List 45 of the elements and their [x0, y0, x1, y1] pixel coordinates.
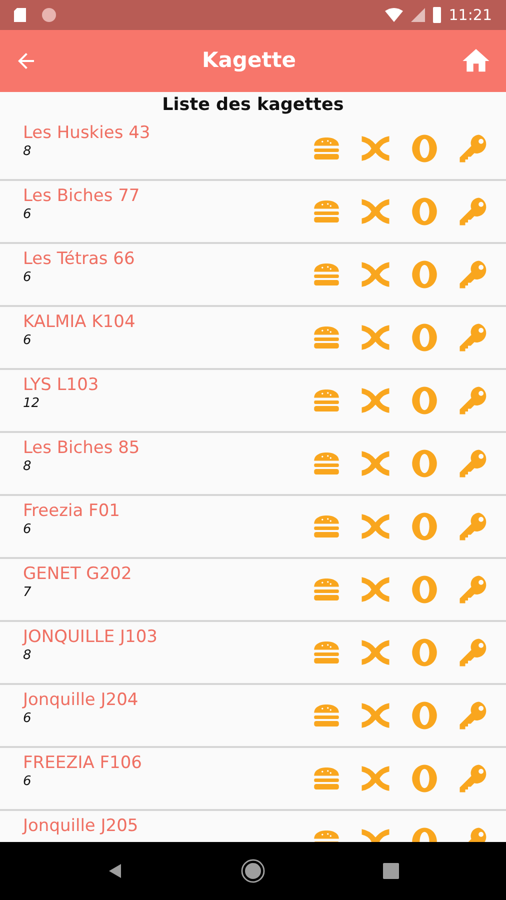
kagette-name: Les Biches 85 — [23, 437, 141, 459]
member-count: 8 — [23, 648, 32, 664]
home-nav-icon[interactable] — [241, 859, 265, 883]
list-item[interactable]: FREEZIA F106 6 — [0, 748, 506, 811]
list-item[interactable]: Les Biches 85 8 — [0, 433, 506, 496]
list-item[interactable]: Les Tétras 66 6 — [0, 244, 506, 307]
list-heading: Liste des kagettes — [161, 94, 345, 117]
kagette-name: LYS L103 — [23, 374, 100, 396]
sd-card-icon — [14, 8, 26, 22]
member-count: 6 — [23, 207, 32, 223]
kagette-name: FREEZIA F106 — [23, 752, 143, 774]
member-count: 6 — [23, 522, 32, 538]
kagette-name: Les Biches 77 — [23, 185, 141, 207]
member-count: 7 — [23, 585, 32, 601]
battery-icon — [432, 7, 441, 23]
member-count: 6 — [23, 270, 32, 286]
kagette-name: Les Huskies 43 — [23, 122, 152, 144]
kagette-name: Les Tétras 66 — [23, 248, 136, 270]
kagette-name: Jonquille J205 — [23, 815, 140, 837]
member-count: 6 — [23, 333, 32, 349]
kagette-name: Jonquille J204 — [23, 689, 140, 711]
member-count: 8 — [23, 144, 32, 160]
app-title: Kagette — [202, 47, 296, 74]
back-nav-icon[interactable] — [107, 863, 123, 879]
list-item[interactable]: Les Huskies 43 8 — [0, 118, 506, 181]
list-item[interactable]: Les Biches 77 6 — [0, 181, 506, 244]
list-item[interactable]: Freezia F01 6 — [0, 496, 506, 559]
kagette-name: GENET G202 — [23, 563, 133, 585]
kagette-name: JONQUILLE J103 — [23, 626, 158, 648]
member-count: 6 — [23, 711, 32, 727]
recents-nav-icon[interactable] — [383, 863, 399, 879]
member-count: 8 — [23, 459, 32, 475]
list-item[interactable]: GENET G202 7 — [0, 559, 506, 622]
wifi-icon — [384, 8, 403, 22]
list-item[interactable]: LYS L103 12 — [0, 370, 506, 433]
kagette-name: Freezia F01 — [23, 500, 121, 522]
list-item[interactable]: KALMIA K104 6 — [0, 307, 506, 370]
signal-icon — [410, 8, 425, 22]
list-item[interactable]: JONQUILLE J103 8 — [0, 622, 506, 685]
status-time: 11:21 — [448, 4, 492, 26]
kagette-name: KALMIA K104 — [23, 311, 136, 333]
member-count: 12 — [23, 396, 41, 412]
list-item[interactable]: Jonquille J204 6 — [0, 685, 506, 748]
member-count: 6 — [23, 774, 32, 790]
circle-icon — [42, 8, 56, 22]
